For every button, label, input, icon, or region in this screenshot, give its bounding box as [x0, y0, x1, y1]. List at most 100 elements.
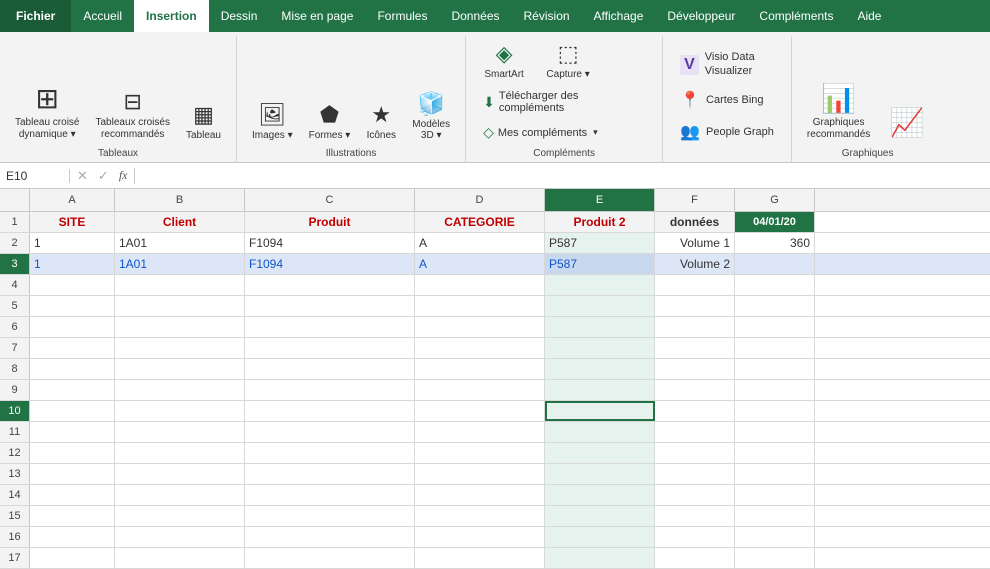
tableau-icon: ▦ [193, 102, 214, 128]
tableaux-group-label: Tableaux [8, 146, 228, 162]
cell-e1[interactable]: Produit 2 [545, 212, 655, 232]
cell-b1[interactable]: Client [115, 212, 245, 232]
tab-affichage[interactable]: Affichage [582, 0, 656, 32]
cell-a2[interactable]: 1 [30, 233, 115, 253]
ribbon-tabs: Fichier Accueil Insertion Dessin Mise en… [0, 0, 990, 32]
visio-icon: V [680, 55, 699, 75]
cell-g3[interactable] [735, 254, 815, 274]
name-box[interactable]: E10 [0, 169, 70, 183]
cell-e2[interactable]: P587 [545, 233, 655, 253]
visio-button[interactable]: V Visio DataVisualizer [671, 47, 764, 81]
cancel-formula-icon[interactable]: ✕ [74, 168, 91, 184]
cell-b2[interactable]: 1A01 [115, 233, 245, 253]
row-header-2[interactable]: 2 [0, 233, 30, 253]
col-header-e[interactable]: E [545, 189, 655, 211]
insert-function-icon[interactable]: fx [116, 168, 131, 183]
cell-c1[interactable]: Produit [245, 212, 415, 232]
row-header-11[interactable]: 11 [0, 422, 30, 442]
table-row: 9 [0, 380, 990, 401]
modeles3d-button[interactable]: 🧊 Modèles3D ▾ [405, 88, 457, 144]
tab-dessin[interactable]: Dessin [209, 0, 270, 32]
col-header-g[interactable]: G [735, 189, 815, 211]
tab-fichier[interactable]: Fichier [0, 0, 71, 32]
cell-a4[interactable] [30, 275, 115, 295]
tab-complements[interactable]: Compléments [747, 0, 845, 32]
smartart-button[interactable]: ◈ SmartArt [474, 38, 534, 83]
cell-d3[interactable]: A [415, 254, 545, 274]
row-header-7[interactable]: 7 [0, 338, 30, 358]
cell-c3[interactable]: F1094 [245, 254, 415, 274]
images-button[interactable]: 🖼 Images ▾ [245, 99, 300, 144]
capture-label: Capture ▾ [546, 69, 589, 80]
row-header-17[interactable]: 17 [0, 548, 30, 568]
table-row: 6 [0, 317, 990, 338]
col-header-d[interactable]: D [415, 189, 545, 211]
table-row: 10 [0, 401, 990, 422]
cell-e10[interactable] [545, 401, 655, 421]
people-graph-button[interactable]: 👥 People Graph [671, 118, 783, 146]
row-header-4[interactable]: 4 [0, 275, 30, 295]
row-header-15[interactable]: 15 [0, 506, 30, 526]
cell-g2[interactable]: 360 [735, 233, 815, 253]
row-header-12[interactable]: 12 [0, 443, 30, 463]
cell-f1[interactable]: données [655, 212, 735, 232]
cartes-bing-button[interactable]: 📍 Cartes Bing [671, 86, 772, 114]
cell-d1[interactable]: CATEGORIE [415, 212, 545, 232]
tableau-croise-dynamique-button[interactable]: ⊞ Tableau croisédynamique ▾ [8, 38, 86, 144]
cell-c2[interactable]: F1094 [245, 233, 415, 253]
tab-accueil[interactable]: Accueil [71, 0, 134, 32]
graphiques-items: 📊 Graphiquesrecommandés 📈 [800, 38, 935, 144]
graphiques-extra-button[interactable]: 📈 [879, 38, 935, 144]
tab-mise-en-page[interactable]: Mise en page [269, 0, 365, 32]
corner-cell[interactable] [0, 189, 30, 211]
mes-complements-button[interactable]: ◇ Mes compléments ▾ [474, 121, 654, 144]
row-header-8[interactable]: 8 [0, 359, 30, 379]
cell-e3[interactable]: P587 [545, 254, 655, 274]
row-header-1[interactable]: 1 [0, 212, 30, 232]
row-header-10[interactable]: 10 [0, 401, 30, 421]
row-header-3[interactable]: 3 [0, 254, 30, 274]
col-header-f[interactable]: F [655, 189, 735, 211]
row-header-13[interactable]: 13 [0, 464, 30, 484]
cell-d2[interactable]: A [415, 233, 545, 253]
telecharger-complements-button[interactable]: ⬇ Télécharger des compléments [474, 87, 654, 117]
images-label: Images ▾ [252, 130, 293, 141]
tab-insertion[interactable]: Insertion [134, 0, 209, 32]
cell-f3[interactable]: Volume 2 [655, 254, 735, 274]
row-header-6[interactable]: 6 [0, 317, 30, 337]
cell-a3[interactable]: 1 [30, 254, 115, 274]
icones-label: Icônes [367, 130, 396, 141]
col-header-b[interactable]: B [115, 189, 245, 211]
table-row: 7 [0, 338, 990, 359]
tab-formules[interactable]: Formules [365, 0, 439, 32]
formes-button[interactable]: ⬟ Formes ▾ [302, 99, 358, 144]
row-header-16[interactable]: 16 [0, 527, 30, 547]
app-container: Fichier Accueil Insertion Dessin Mise en… [0, 0, 990, 569]
cell-b3[interactable]: 1A01 [115, 254, 245, 274]
tab-revision[interactable]: Révision [512, 0, 582, 32]
cell-a1[interactable]: SITE [30, 212, 115, 232]
col-header-a[interactable]: A [30, 189, 115, 211]
cell-g1[interactable]: 04/01/20 [735, 212, 815, 232]
graphiques-label: Graphiquesrecommandés [807, 117, 870, 141]
table-row: 17 [0, 548, 990, 569]
graphiques-recommandes-button[interactable]: 📊 Graphiquesrecommandés [800, 38, 877, 144]
tab-developpeur[interactable]: Développeur [655, 0, 747, 32]
col-header-c[interactable]: C [245, 189, 415, 211]
cell-f2[interactable]: Volume 1 [655, 233, 735, 253]
tableaux-items: ⊞ Tableau croisédynamique ▾ ⊟ Tableaux c… [8, 38, 228, 144]
tableau-button[interactable]: ▦ Tableau [179, 99, 228, 144]
capture-button[interactable]: ⬚ Capture ▾ [538, 38, 598, 83]
tableaux-croises-recommandes-button[interactable]: ⊟ Tableaux croisésrecommandés [88, 86, 176, 144]
tab-aide[interactable]: Aide [845, 0, 893, 32]
ribbon-content: ⊞ Tableau croisédynamique ▾ ⊟ Tableaux c… [0, 32, 990, 163]
graphiques-group-label: Graphiques [800, 146, 935, 162]
tab-donnees[interactable]: Données [439, 0, 511, 32]
confirm-formula-icon[interactable]: ✓ [95, 168, 112, 184]
row-header-5[interactable]: 5 [0, 296, 30, 316]
people-graph-icon: 👥 [680, 122, 700, 142]
icones-button[interactable]: ★ Icônes [359, 99, 403, 144]
illustrations-group-label: Illustrations [245, 146, 457, 162]
row-header-14[interactable]: 14 [0, 485, 30, 505]
row-header-9[interactable]: 9 [0, 380, 30, 400]
